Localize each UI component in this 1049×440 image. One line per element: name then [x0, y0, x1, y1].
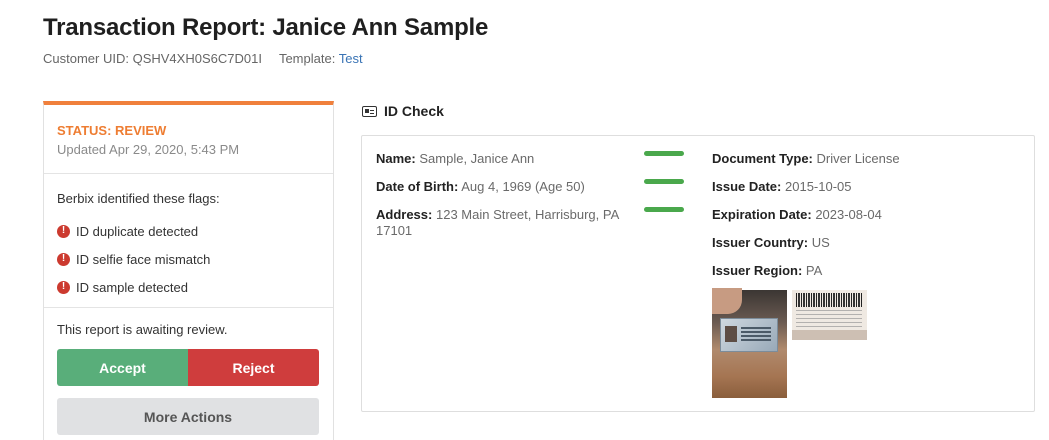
customer-uid-label: Customer UID:: [43, 51, 129, 66]
accept-button[interactable]: Accept: [57, 349, 188, 386]
field-label: Issue Date:: [712, 179, 782, 194]
match-indicator: [644, 207, 684, 212]
id-back-image[interactable]: [792, 290, 867, 340]
field-value: Driver License: [816, 151, 900, 166]
template-link[interactable]: Test: [339, 51, 363, 66]
status-card: STATUS: REVIEW Updated Apr 29, 2020, 5:4…: [43, 101, 334, 440]
flag-label: ID selfie face mismatch: [76, 251, 211, 267]
status-label: STATUS: REVIEW: [57, 123, 167, 138]
flag-item: ! ID duplicate detected: [57, 217, 320, 245]
field-label: Document Type:: [712, 151, 813, 166]
field-label: Issuer Country:: [712, 235, 809, 250]
address-field: Address: 123 Main Street, Harrisburg, PA…: [376, 207, 638, 239]
field-value: 2023-08-04: [815, 207, 882, 222]
document-fields: Document Type: Driver License Issue Date…: [712, 151, 1012, 291]
document-type-field: Document Type: Driver License: [712, 151, 1012, 167]
flags-section: Berbix identified these flags: ! ID dupl…: [44, 174, 333, 308]
review-section: This report is awaiting review. Accept R…: [44, 308, 333, 435]
alert-icon: !: [57, 252, 70, 266]
status-header: STATUS: REVIEW Updated Apr 29, 2020, 5:4…: [44, 105, 333, 174]
decision-buttons: Accept Reject: [57, 349, 319, 386]
more-actions-button[interactable]: More Actions: [57, 398, 319, 435]
flag-item: ! ID selfie face mismatch: [57, 245, 320, 273]
field-label: Address:: [376, 207, 433, 222]
flags-title: Berbix identified these flags:: [57, 191, 220, 206]
field-value: Aug 4, 1969 (Age 50): [461, 179, 585, 194]
template-label: Template:: [278, 51, 336, 66]
flag-label: ID duplicate detected: [76, 223, 199, 239]
field-value: Sample, Janice Ann: [419, 151, 535, 166]
id-card-icon: [362, 105, 377, 117]
extracted-fields: Name: Sample, Janice Ann Date of Birth: …: [376, 151, 638, 251]
page-title: Transaction Report: Janice Ann Sample: [43, 14, 489, 41]
match-indicator: [644, 179, 684, 184]
alert-icon: !: [57, 280, 70, 294]
flag-item: ! ID sample detected: [57, 273, 320, 301]
alert-icon: !: [57, 224, 70, 238]
field-value: PA: [805, 263, 823, 278]
field-value: US: [811, 235, 830, 250]
issuer-country-field: Issuer Country: US: [712, 235, 1012, 251]
report-subline: Customer UID: QSHV4XH0S6C7D01I Template:…: [43, 51, 363, 66]
match-indicator: [644, 151, 684, 156]
id-check-heading: ID Check: [362, 103, 444, 119]
review-status-text: This report is awaiting review.: [57, 322, 228, 337]
field-label: Expiration Date:: [712, 207, 812, 222]
dob-field: Date of Birth: Aug 4, 1969 (Age 50): [376, 179, 638, 195]
id-check-panel: Name: Sample, Janice Ann Date of Birth: …: [361, 135, 1035, 412]
field-label: Issuer Region:: [712, 263, 803, 278]
document-images: [712, 288, 867, 398]
issue-date-field: Issue Date: 2015-10-05: [712, 179, 1012, 195]
customer-uid: QSHV4XH0S6C7D01I: [132, 51, 262, 66]
field-label: Date of Birth:: [376, 179, 459, 194]
flag-label: ID sample detected: [76, 279, 189, 295]
reject-button[interactable]: Reject: [188, 349, 319, 386]
status-updated-timestamp: Updated Apr 29, 2020, 5:43 PM: [57, 142, 240, 157]
name-field: Name: Sample, Janice Ann: [376, 151, 638, 167]
issuer-region-field: Issuer Region: PA: [712, 263, 1012, 279]
field-value: 2015-10-05: [785, 179, 852, 194]
id-check-title: ID Check: [384, 103, 444, 119]
field-label: Name:: [376, 151, 416, 166]
expiration-date-field: Expiration Date: 2023-08-04: [712, 207, 1012, 223]
id-front-image[interactable]: [712, 288, 787, 398]
